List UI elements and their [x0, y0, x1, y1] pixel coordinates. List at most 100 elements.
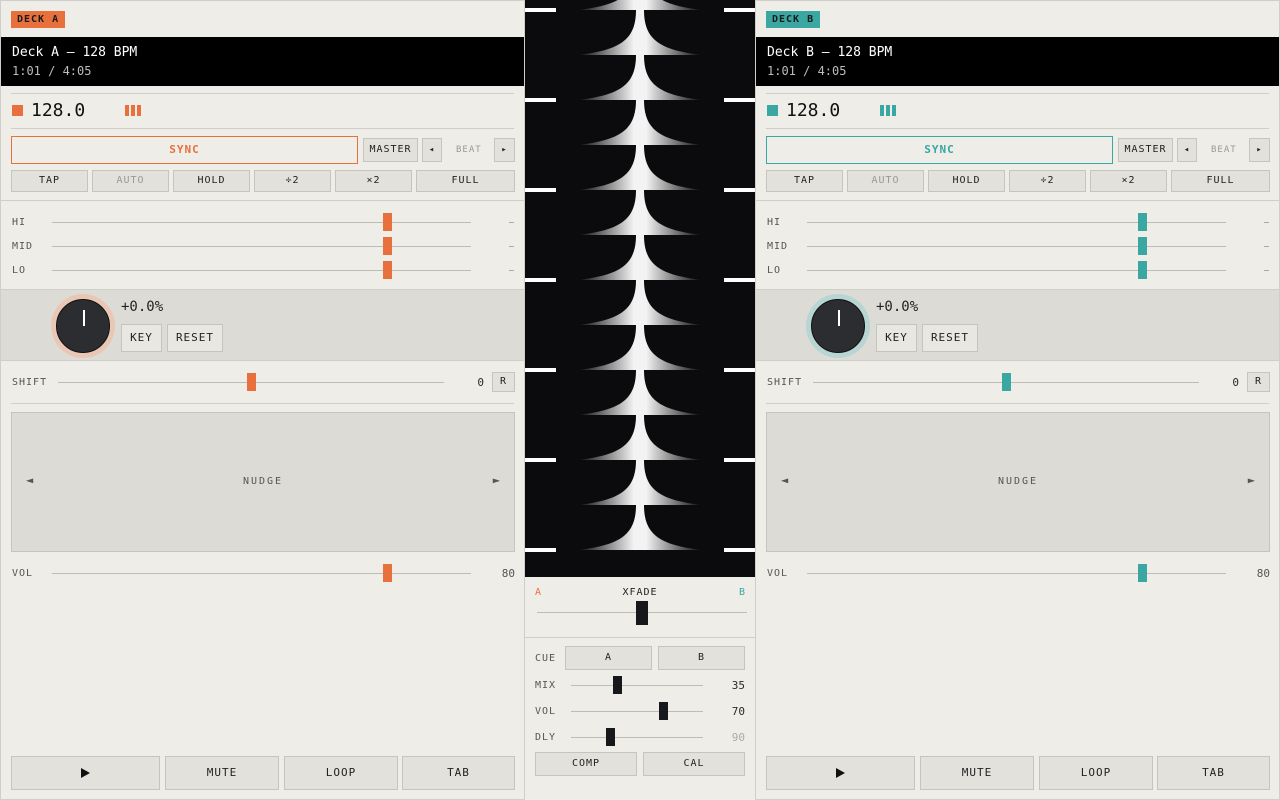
deck-b-full-button[interactable]: FULL — [1171, 170, 1270, 192]
deck-a-beat-bars-icon — [125, 105, 141, 116]
deck-a-nudge-pad[interactable]: ◄ NUDGE ► — [11, 412, 515, 552]
deck-b-vol-track[interactable] — [807, 573, 1226, 574]
deck-a-vol-track[interactable] — [52, 573, 471, 574]
deck-a-nudge-label: NUDGE — [242, 476, 284, 487]
deck-b-double-button[interactable]: ×2 — [1090, 170, 1167, 192]
dly-track[interactable] — [571, 737, 703, 738]
deck-a-mute-button[interactable]: MUTE — [165, 756, 279, 790]
deck-a-auto-button[interactable]: AUTO — [92, 170, 169, 192]
deck-a-double-button[interactable]: ×2 — [335, 170, 412, 192]
deck-b-beat-label: BEAT — [1211, 145, 1237, 155]
deck-b-tap-button[interactable]: TAP — [766, 170, 843, 192]
deck-a-pitch-knob[interactable] — [51, 294, 115, 358]
deck-a-bpm-row: 128.0 — [12, 99, 514, 123]
deck-b-beat-next-button[interactable]: ▸ — [1249, 138, 1270, 162]
deck-b-eq-mid-handle[interactable] — [1137, 237, 1147, 255]
deck-a-play-button[interactable] — [11, 756, 160, 790]
deck-b-vol-handle[interactable] — [1137, 564, 1147, 582]
xfade-handle[interactable] — [636, 601, 648, 625]
deck-a-half-button[interactable]: ÷2 — [254, 170, 331, 192]
deck-b-tab-button[interactable]: TAB — [1157, 756, 1270, 790]
deck-a-key-button[interactable]: KEY — [121, 324, 162, 352]
deck-a-shift-label: SHIFT — [12, 377, 48, 388]
cue-a-button[interactable]: A — [565, 646, 652, 670]
deck-a-nudge-right-icon: ► — [492, 473, 500, 487]
deck-a-shift-handle[interactable] — [246, 373, 256, 391]
waveform-core — [637, 280, 643, 325]
deck-b-play-button[interactable] — [766, 756, 915, 790]
divider — [756, 200, 1279, 201]
deck-a-bpm-value: 128.0 — [31, 100, 86, 121]
mixer-vol-handle[interactable] — [658, 702, 668, 720]
beat-marker — [724, 8, 755, 12]
deck-a-eq-hi-handle[interactable] — [382, 213, 392, 231]
deck-b-master-button[interactable]: MASTER — [1118, 138, 1173, 162]
deck-b-pitch-knob[interactable] — [806, 294, 870, 358]
waveform-core — [637, 0, 643, 10]
comp-button[interactable]: COMP — [535, 752, 637, 776]
cue-b-button[interactable]: B — [658, 646, 745, 670]
play-icon — [836, 768, 845, 778]
deck-a-beat-prev-button[interactable]: ◂ — [422, 138, 442, 162]
deck-b-knob-body — [811, 299, 865, 353]
waveform-core — [637, 190, 643, 235]
waveform-core — [637, 145, 643, 190]
deck-a-eq-lo-track[interactable] — [52, 270, 471, 271]
deck-b-nudge-pad[interactable]: ◄ NUDGE ► — [766, 412, 1270, 552]
deck-a-vol-handle[interactable] — [382, 564, 392, 582]
deck-a-reset-button[interactable]: RESET — [167, 324, 223, 352]
deck-b-hold-button[interactable]: HOLD — [928, 170, 1005, 192]
deck-a-eq-hi-track[interactable] — [52, 222, 471, 223]
deck-b-eq-hi-track[interactable] — [807, 222, 1226, 223]
dly-handle[interactable] — [606, 728, 616, 746]
deck-b-beat-bars-icon — [880, 105, 896, 116]
deck-a-hold-button[interactable]: HOLD — [173, 170, 250, 192]
deck-b-shift-label: SHIFT — [767, 377, 803, 388]
deck-a-track-title: Deck A — 128 BPM — [12, 45, 138, 60]
deck-a-vol-value: 80 — [501, 567, 515, 580]
deck-a-eq-mid-track[interactable] — [52, 246, 471, 247]
deck-a-shift-reset-button[interactable]: R — [492, 372, 515, 392]
deck-a-key-value: +0.0% — [121, 299, 164, 315]
deck-a-tap-button[interactable]: TAP — [11, 170, 88, 192]
deck-b-half-button[interactable]: ÷2 — [1009, 170, 1086, 192]
cal-button[interactable]: CAL — [643, 752, 745, 776]
deck-b-loop-button[interactable]: LOOP — [1039, 756, 1153, 790]
deck-b-tag: DECK B — [766, 11, 821, 28]
deck-b-eq-hi-handle[interactable] — [1137, 213, 1147, 231]
deck-a-sync-button[interactable]: SYNC — [11, 136, 358, 164]
deck-a-eq-mid-handle[interactable] — [382, 237, 392, 255]
deck-a-beat-next-button[interactable]: ▸ — [494, 138, 515, 162]
deck-b-eq-mid-label: MID — [767, 241, 789, 252]
deck-b-eq-mid-track[interactable] — [807, 246, 1226, 247]
deck-b-vol-value: 80 — [1256, 567, 1270, 580]
deck-a-eq-hi-end — [509, 222, 514, 223]
deck-b-sync-button[interactable]: SYNC — [766, 136, 1113, 164]
deck-b-reset-button[interactable]: RESET — [922, 324, 978, 352]
deck-b-mute-button[interactable]: MUTE — [920, 756, 1034, 790]
waveform-core — [637, 235, 643, 280]
center-mixer-column: A XFADE B CUE A B MIX 35 VOL 70 DLY 90 C… — [525, 0, 755, 800]
waveform-display[interactable] — [525, 0, 755, 577]
deck-a-master-button[interactable]: MASTER — [363, 138, 418, 162]
deck-a-tab-button[interactable]: TAB — [402, 756, 515, 790]
beat-marker — [525, 548, 556, 552]
deck-b-beat-prev-button[interactable]: ◂ — [1177, 138, 1197, 162]
mix-handle[interactable] — [612, 676, 622, 694]
deck-b-shift-reset-button[interactable]: R — [1247, 372, 1270, 392]
mixer-vol-value: 70 — [731, 705, 745, 718]
deck-a-eq-lo-handle[interactable] — [382, 261, 392, 279]
deck-b-shift-handle[interactable] — [1001, 373, 1011, 391]
mix-track[interactable] — [571, 685, 703, 686]
deck-b-eq-lo-track[interactable] — [807, 270, 1226, 271]
deck-b-eq-hi-end — [1264, 222, 1269, 223]
deck-a-track-time: 1:01 / 4:05 — [12, 64, 92, 78]
deck-b-vol-label: VOL — [767, 568, 789, 579]
deck-a-loop-button[interactable]: LOOP — [284, 756, 398, 790]
mixer-vol-track[interactable] — [571, 711, 703, 712]
mixer-vol-label: VOL — [535, 706, 557, 717]
deck-b-eq-lo-handle[interactable] — [1137, 261, 1147, 279]
deck-a-full-button[interactable]: FULL — [416, 170, 515, 192]
deck-b-key-button[interactable]: KEY — [876, 324, 917, 352]
deck-b-auto-button[interactable]: AUTO — [847, 170, 924, 192]
